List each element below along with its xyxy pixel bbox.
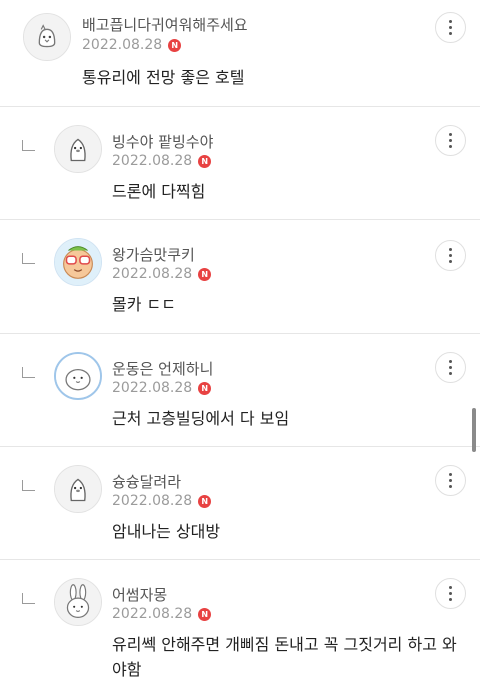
comment-text: 근처 고층빌딩에서 다 보임	[112, 409, 290, 428]
more-options-button[interactable]	[435, 352, 466, 383]
reply-item: 슝슝달려라 2022.08.28 N 암내나는 상대방	[0, 447, 480, 559]
cookie-avatar-icon[interactable]	[54, 238, 102, 286]
comment-date: 2022.08.28	[112, 606, 193, 622]
new-badge: N	[198, 607, 212, 621]
more-vertical-icon	[449, 248, 452, 263]
comment-date: 2022.08.28	[112, 153, 193, 169]
penguin-avatar-icon[interactable]	[54, 125, 102, 173]
comment-nickname[interactable]: 빙수야 팥빙수야	[112, 131, 213, 152]
comment-nickname[interactable]: 배고픕니다귀여워해주세요	[82, 14, 248, 35]
comment-date: 2022.08.28	[112, 380, 193, 396]
reply-item: 빙수야 팥빙수야 2022.08.28 N 드론에 다찍힘	[0, 107, 480, 219]
comment-date: 2022.08.28	[82, 37, 163, 53]
chick-avatar-icon[interactable]	[23, 13, 71, 61]
scrollbar[interactable]	[472, 408, 476, 452]
new-badge: N	[198, 154, 212, 168]
comment-text: 드론에 다찍힘	[112, 182, 206, 201]
new-badge: N	[198, 267, 212, 281]
more-vertical-icon	[449, 360, 452, 375]
more-options-button[interactable]	[435, 12, 466, 43]
reply-arrow-icon	[22, 367, 35, 378]
reply-item: 운동은 언제하니 2022.08.28 N 근처 고층빌딩에서 다 보임	[0, 334, 480, 446]
comment-date: 2022.08.28	[112, 266, 193, 282]
reply-arrow-icon	[22, 253, 35, 264]
more-options-button[interactable]	[435, 465, 466, 496]
new-badge: N	[168, 38, 182, 52]
comment-text: 몰카 ㄷㄷ	[112, 295, 176, 314]
comment-text: 유리쎅 안해주면 개삐짐 돈내고 꼭 그짓거리 하고 와야함	[112, 635, 457, 679]
more-options-button[interactable]	[435, 578, 466, 609]
new-badge: N	[198, 381, 212, 395]
penguin-avatar-icon[interactable]	[54, 465, 102, 513]
more-options-button[interactable]	[435, 125, 466, 156]
more-options-button[interactable]	[435, 240, 466, 271]
reply-arrow-icon	[22, 593, 35, 604]
more-vertical-icon	[449, 473, 452, 488]
bunny-avatar-icon[interactable]	[54, 578, 102, 626]
more-vertical-icon	[449, 586, 452, 601]
comment-nickname[interactable]: 어썸자몽	[112, 584, 167, 605]
blob-avatar-icon[interactable]	[54, 352, 102, 400]
more-vertical-icon	[449, 20, 452, 35]
comment-text: 암내나는 상대방	[112, 522, 221, 541]
more-vertical-icon	[449, 133, 452, 148]
comment-nickname[interactable]: 운동은 언제하니	[112, 358, 213, 379]
comment-nickname[interactable]: 슝슝달려라	[112, 471, 181, 492]
reply-item: 왕가슴맛쿠키 2022.08.28 N 몰카 ㄷㄷ	[0, 220, 480, 333]
new-badge: N	[198, 494, 212, 508]
comment-date: 2022.08.28	[112, 493, 193, 509]
comment-item: 배고픕니다귀여워해주세요 2022.08.28 N 통유리에 전망 좋은 호텔	[0, 0, 480, 106]
reply-arrow-icon	[22, 140, 35, 151]
reply-arrow-icon	[22, 480, 35, 491]
comment-text: 통유리에 전망 좋은 호텔	[82, 68, 245, 87]
reply-item: 어썸자몽 2022.08.28 N 유리쎅 안해주면 개삐짐 돈내고 꼭 그짓거…	[0, 560, 480, 698]
comment-nickname[interactable]: 왕가슴맛쿠키	[112, 244, 195, 265]
